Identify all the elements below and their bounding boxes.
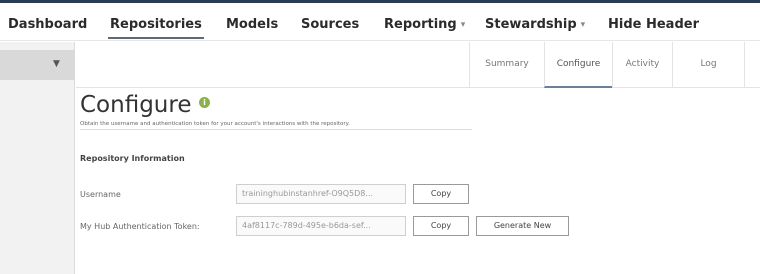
tab-summary[interactable]: Summary (469, 42, 544, 88)
nav-repositories-label: Repositories (110, 17, 202, 32)
tab-divider (744, 42, 760, 88)
caret-down-icon: ▾ (580, 20, 586, 30)
sidebar-toggle[interactable]: ▼ (0, 50, 75, 80)
nav-hide-header[interactable]: Hide Header (608, 17, 699, 32)
nav-dashboard-label: Dashboard (8, 17, 88, 32)
nav-sources-label: Sources (301, 17, 360, 32)
subtitle-divider (80, 129, 472, 130)
page-title: Configure (80, 92, 192, 118)
generate-new-button[interactable]: Generate New (476, 216, 569, 236)
tab-activity-label: Activity (625, 59, 660, 69)
nav-stewardship[interactable]: Stewardship ▾ (485, 17, 585, 32)
sidebar: ▼ (0, 42, 75, 274)
tab-configure-label: Configure (556, 59, 601, 69)
nav-stewardship-label: Stewardship (485, 17, 577, 32)
nav-models-label: Models (226, 17, 279, 32)
nav-dashboard[interactable]: Dashboard (8, 17, 87, 32)
copy-token-button[interactable]: Copy (413, 216, 469, 236)
tab-activity[interactable]: Activity (612, 42, 672, 88)
tab-summary-label: Summary (485, 59, 529, 69)
nav-hide-header-label: Hide Header (608, 17, 699, 32)
token-label: My Hub Authentication Token: (80, 222, 200, 231)
token-field[interactable]: 4af8117c-789d-495e-b6da-sef... (236, 216, 406, 236)
nav-reporting-label: Reporting (384, 17, 457, 32)
tab-configure[interactable]: Configure (544, 42, 612, 88)
tab-log-label: Log (700, 59, 717, 69)
username-label: Username (80, 190, 121, 199)
chevron-down-icon: ▼ (53, 59, 60, 69)
tab-log[interactable]: Log (672, 42, 744, 88)
main-nav: Dashboard Repositories Models Sources Re… (0, 3, 760, 41)
nav-reporting[interactable]: Reporting ▾ (384, 17, 465, 32)
nav-models[interactable]: Models (226, 17, 278, 32)
nav-repositories[interactable]: Repositories (108, 17, 204, 39)
copy-username-button[interactable]: Copy (413, 184, 469, 204)
nav-sources[interactable]: Sources (301, 17, 359, 32)
page-subtitle: Obtain the username and authentication t… (80, 121, 350, 127)
section-title: Repository Information (80, 154, 185, 163)
info-icon[interactable]: i (199, 97, 210, 108)
username-field[interactable]: traininghubinstanhref-O9Q5D8... (236, 184, 406, 204)
caret-down-icon: ▾ (460, 20, 466, 30)
subtabs: Summary Configure Activity Log (76, 42, 760, 88)
